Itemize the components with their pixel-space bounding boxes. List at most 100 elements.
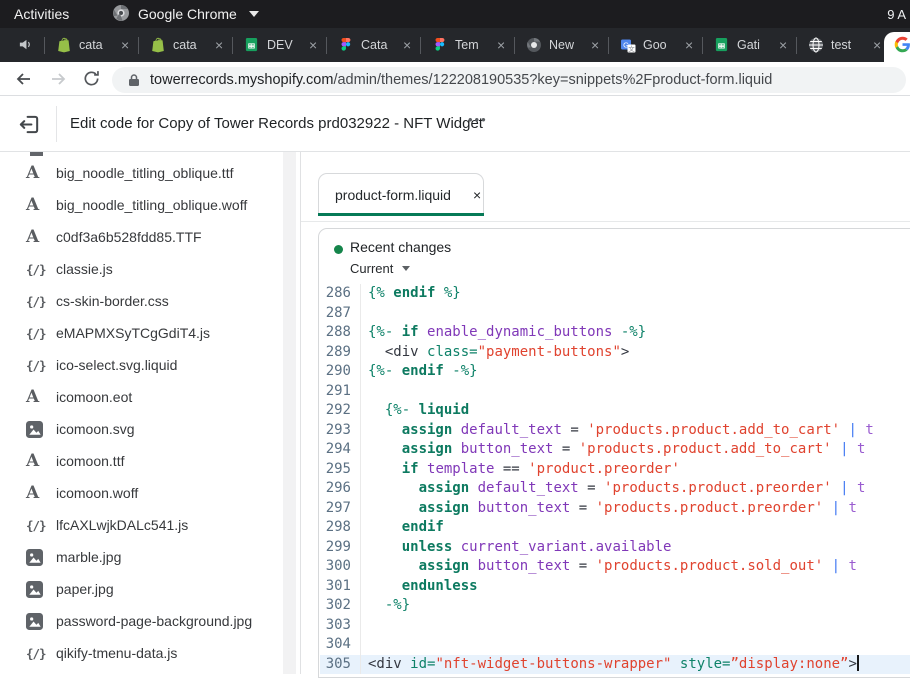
- file-item[interactable]: Ac0df3a6b528fdd85.TTF: [0, 221, 280, 253]
- file-item[interactable]: Aicomoon.ttf: [0, 445, 280, 477]
- tab-close-icon[interactable]: ×: [215, 38, 223, 52]
- sheets-icon: [714, 37, 730, 53]
- code-line[interactable]: 289 <div class="payment-buttons">: [320, 343, 910, 363]
- file-item[interactable]: {/}qikify-tmenu-data.js: [0, 637, 280, 669]
- code-line[interactable]: 295 if template == 'product.preorder': [320, 460, 910, 480]
- speaker-icon[interactable]: [18, 37, 33, 57]
- lock-icon[interactable]: [128, 73, 140, 87]
- line-number: 292: [320, 401, 361, 421]
- file-item[interactable]: paper.jpg: [0, 573, 280, 605]
- code-line[interactable]: 293 assign default_text = 'products.prod…: [320, 421, 910, 441]
- code-text: assign default_text = 'products.product.…: [368, 479, 865, 499]
- code-line[interactable]: 304: [320, 635, 910, 655]
- file-item[interactable]: {/}classie.js: [0, 253, 280, 285]
- browser-tab[interactable]: cata×: [139, 28, 232, 62]
- tab-close-icon[interactable]: ×: [121, 38, 129, 52]
- browser-tab[interactable]: test ×: [797, 28, 890, 62]
- file-item[interactable]: {/}ico-select.svg.liquid: [0, 349, 280, 381]
- code-line[interactable]: 296 assign default_text = 'products.prod…: [320, 479, 910, 499]
- line-number: 304: [320, 635, 361, 655]
- code-line[interactable]: 288{%- if enable_dynamic_buttons -%}: [320, 323, 910, 343]
- file-name: icomoon.eot: [56, 389, 132, 405]
- font-file-icon: A: [26, 163, 56, 183]
- version-dropdown[interactable]: Current: [350, 261, 410, 276]
- file-item[interactable]: Aicomoon.eot: [0, 381, 280, 413]
- file-name: classie.js: [56, 261, 113, 277]
- google-icon: [894, 36, 910, 58]
- forward-button[interactable]: [48, 69, 68, 94]
- file-item[interactable]: Abig_noodle_titling_oblique.ttf: [0, 157, 280, 189]
- sidebar-scrollbar[interactable]: [283, 152, 296, 674]
- tab-title: cata: [79, 38, 113, 52]
- file-item[interactable]: Aicomoon.woff: [0, 477, 280, 509]
- line-number: 290: [320, 362, 361, 382]
- file-item[interactable]: {/}eMAPMXSyTCgGdiT4.js: [0, 317, 280, 349]
- code-text: assign button_text = 'products.product.a…: [368, 440, 865, 460]
- code-line[interactable]: 299 unless current_variant.available: [320, 538, 910, 558]
- file-item[interactable]: icomoon.svg: [0, 413, 280, 445]
- code-line[interactable]: 286{% endif %}: [320, 284, 910, 304]
- code-line[interactable]: 292 {%- liquid: [320, 401, 910, 421]
- browser-toolbar: towerrecords.myshopify.com/admin/themes/…: [0, 62, 910, 96]
- tab-row-border: [301, 221, 910, 222]
- file-item[interactable]: {/}lfcAXLwjkDALc541.js: [0, 509, 280, 541]
- svg-text:文: 文: [628, 44, 635, 53]
- tab-close-icon[interactable]: ×: [497, 38, 505, 52]
- file-name: icomoon.svg: [56, 421, 135, 437]
- browser-tab-active[interactable]: [884, 32, 910, 62]
- app-menu[interactable]: Google Chrome: [112, 4, 259, 25]
- more-options-button[interactable]: •••: [468, 112, 488, 127]
- browser-tab[interactable]: Cata×: [327, 28, 420, 62]
- activities-button[interactable]: Activities: [14, 6, 69, 22]
- browser-tab[interactable]: Tem×: [421, 28, 514, 62]
- file-item[interactable]: marble.jpg: [0, 541, 280, 573]
- code-line-active[interactable]: 305<div id="nft-widget-buttons-wrapper" …: [320, 655, 910, 675]
- code-line[interactable]: 297 assign button_text = 'products.produ…: [320, 499, 910, 519]
- globe-icon: [808, 37, 824, 53]
- code-text: {%- endif -%}: [368, 362, 478, 382]
- tab-close-icon[interactable]: ×: [309, 38, 317, 52]
- reload-button[interactable]: [82, 69, 101, 93]
- back-button[interactable]: [14, 69, 34, 94]
- translate-icon: G文: [620, 37, 636, 53]
- tab-title: test: [831, 38, 865, 52]
- editor-tab-label: product-form.liquid: [335, 187, 451, 203]
- browser-tab[interactable]: cata ×: [45, 28, 138, 62]
- address-bar[interactable]: towerrecords.myshopify.com/admin/themes/…: [112, 67, 906, 93]
- code-line[interactable]: 302 -%}: [320, 596, 910, 616]
- file-name: lfcAXLwjkDALc541.js: [56, 517, 188, 533]
- code-line[interactable]: 290 {%- endif -%}: [320, 362, 910, 382]
- tab-close-icon[interactable]: ×: [591, 38, 599, 52]
- tab-close-icon[interactable]: ×: [779, 38, 787, 52]
- file-name: eMAPMXSyTCgGdiT4.js: [56, 325, 210, 341]
- browser-tab[interactable]: New×: [515, 28, 608, 62]
- browser-tab[interactable]: Gati×: [703, 28, 796, 62]
- tab-close-icon[interactable]: ×: [873, 38, 881, 52]
- code-area[interactable]: 286{% endif %}287288{%- if enable_dynami…: [320, 284, 910, 674]
- code-text: assign button_text = 'products.product.s…: [368, 557, 857, 577]
- code-line[interactable]: 300 assign button_text = 'products.produ…: [320, 557, 910, 577]
- url-text[interactable]: towerrecords.myshopify.com/admin/themes/…: [150, 72, 772, 88]
- tab-close-icon[interactable]: ×: [685, 38, 693, 52]
- file-item[interactable]: Abig_noodle_titling_oblique.woff: [0, 189, 280, 221]
- file-name: big_noodle_titling_oblique.ttf: [56, 165, 233, 181]
- clock[interactable]: 9 A: [887, 7, 906, 22]
- exit-code-editor-button[interactable]: [15, 110, 43, 138]
- code-line[interactable]: 301 endunless: [320, 577, 910, 597]
- tab-close-icon[interactable]: ×: [403, 38, 411, 52]
- code-line[interactable]: 298 endif: [320, 518, 910, 538]
- url-domain: towerrecords.myshopify.com: [150, 72, 333, 88]
- browser-tab[interactable]: G文Goo×: [609, 28, 702, 62]
- editor-file-tab[interactable]: product-form.liquid ×: [318, 173, 484, 216]
- browser-tab[interactable]: DEV×: [233, 28, 326, 62]
- file-item[interactable]: password-page-background.jpg: [0, 605, 280, 637]
- code-line[interactable]: 294 assign button_text = 'products.produ…: [320, 440, 910, 460]
- line-number: 299: [320, 538, 361, 558]
- code-line[interactable]: 303: [320, 616, 910, 636]
- file-item[interactable]: {/}cs-skin-border.css: [0, 285, 280, 317]
- close-tab-icon[interactable]: ×: [473, 187, 481, 203]
- code-line[interactable]: 291: [320, 382, 910, 402]
- code-line[interactable]: 287: [320, 304, 910, 324]
- code-text: assign default_text = 'products.product.…: [368, 421, 874, 441]
- active-tab-underline: [318, 213, 484, 216]
